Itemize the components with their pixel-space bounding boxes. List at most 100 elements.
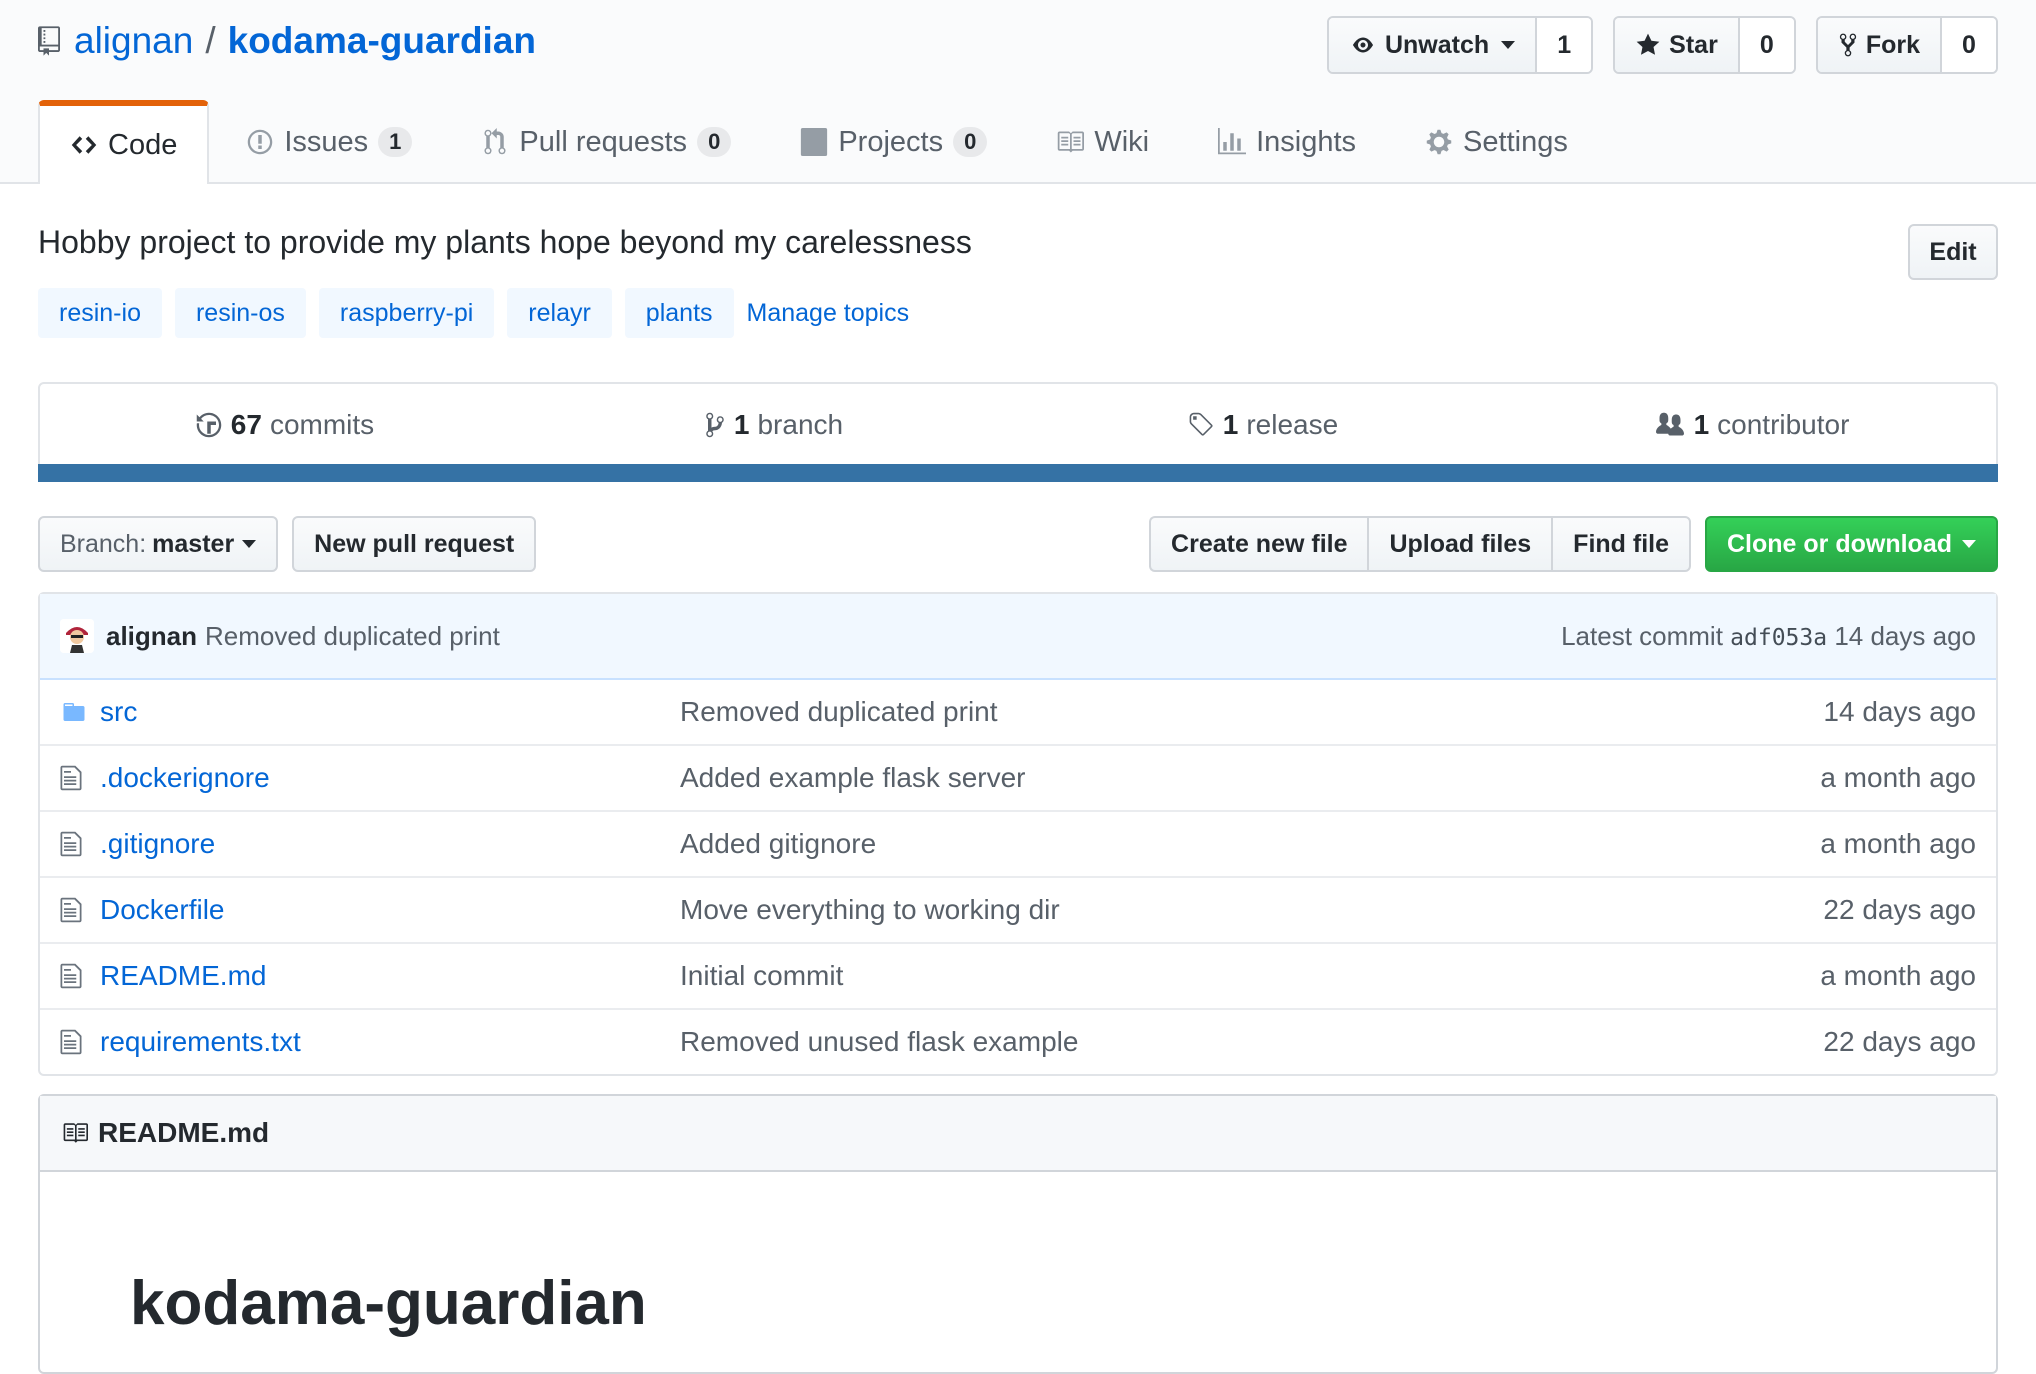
graph-icon bbox=[1218, 128, 1247, 155]
file-commit-message[interactable]: Added gitignore bbox=[680, 828, 1820, 860]
file-age: a month ago bbox=[1820, 960, 1976, 991]
tag-icon bbox=[1189, 412, 1213, 436]
branches-link[interactable]: 1 branch bbox=[529, 409, 1018, 441]
history-icon bbox=[196, 412, 222, 438]
fork-icon bbox=[1839, 33, 1856, 57]
repo-title: alignan / kodama-guardian bbox=[38, 20, 536, 62]
forks-count[interactable]: 0 bbox=[1940, 18, 1996, 72]
file-commit-message[interactable]: Removed unused flask example bbox=[680, 1026, 1823, 1058]
clone-label: Clone or download bbox=[1727, 529, 1952, 558]
file-name-link[interactable]: .gitignore bbox=[100, 828, 680, 860]
tab-label: Code bbox=[108, 128, 178, 161]
create-new-file-button[interactable]: Create new file bbox=[1149, 516, 1368, 572]
fork-group: Fork 0 bbox=[1815, 16, 1998, 74]
releases-count: 1 bbox=[1222, 409, 1239, 440]
unwatch-button[interactable]: Unwatch bbox=[1328, 18, 1536, 72]
tab-code[interactable]: Code bbox=[38, 100, 210, 184]
topic-tag[interactable]: resin-os bbox=[174, 288, 306, 338]
topic-tag[interactable]: resin-io bbox=[38, 288, 162, 338]
tab-label: Pull requests bbox=[519, 125, 688, 158]
file-row: README.md Initial commit a month ago bbox=[40, 942, 1996, 1008]
find-file-button[interactable]: Find file bbox=[1551, 516, 1691, 572]
eye-icon bbox=[1352, 37, 1373, 53]
file-age: 22 days ago bbox=[1823, 1026, 1976, 1057]
star-label: Star bbox=[1669, 30, 1718, 59]
manage-topics-link[interactable]: Manage topics bbox=[747, 299, 910, 328]
issue-icon bbox=[248, 129, 273, 155]
file-row: Dockerfile Move everything to working di… bbox=[40, 876, 1996, 942]
file-icon bbox=[60, 1029, 82, 1055]
star-group: Star 0 bbox=[1613, 16, 1796, 74]
pull-requests-counter: 0 bbox=[697, 127, 732, 157]
repo-name-link[interactable]: kodama-guardian bbox=[228, 20, 536, 62]
file-age: 22 days ago bbox=[1823, 894, 1976, 925]
projects-counter: 0 bbox=[953, 127, 988, 157]
contributors-link[interactable]: 1 contributor bbox=[1507, 409, 1996, 441]
branch-value: master bbox=[152, 529, 235, 558]
fork-button[interactable]: Fork bbox=[1817, 18, 1940, 72]
stargazers-count[interactable]: 0 bbox=[1737, 18, 1794, 72]
file-name-link[interactable]: README.md bbox=[100, 960, 680, 992]
tab-wiki[interactable]: Wiki bbox=[1024, 100, 1181, 182]
repo-tabs: Code Issues 1 Pull requests 0 Projects 0… bbox=[38, 100, 1605, 184]
commit-sha[interactable]: adf053a bbox=[1730, 625, 1827, 651]
repo-separator: / bbox=[205, 20, 216, 61]
tab-label: Wiki bbox=[1094, 125, 1150, 158]
avatar[interactable] bbox=[60, 619, 94, 653]
book-icon bbox=[1058, 131, 1085, 153]
file-navigation: Branch: master New pull request Create n… bbox=[38, 516, 1998, 572]
readme-panel: README.md kodama-guardian bbox=[38, 1094, 1998, 1374]
watch-group: Unwatch 1 bbox=[1326, 16, 1594, 74]
file-commit-message[interactable]: Move everything to working dir bbox=[680, 894, 1823, 926]
tab-projects[interactable]: Projects 0 bbox=[768, 100, 1019, 182]
topic-tag[interactable]: plants bbox=[624, 288, 734, 338]
commit-message[interactable]: Removed duplicated print bbox=[205, 621, 500, 652]
file-icon bbox=[60, 831, 82, 857]
upload-files-button[interactable]: Upload files bbox=[1367, 516, 1552, 572]
tab-pull-requests[interactable]: Pull requests 0 bbox=[449, 100, 763, 182]
file-commit-message[interactable]: Initial commit bbox=[680, 960, 1820, 992]
latest-commit-bar: alignan Removed duplicated print Latest … bbox=[40, 594, 1996, 680]
tab-label: Insights bbox=[1256, 125, 1357, 158]
readme-heading: kodama-guardian bbox=[130, 1269, 647, 1338]
branch-icon bbox=[706, 412, 724, 438]
file-row: .gitignore Added gitignore a month ago bbox=[40, 810, 1996, 876]
tab-settings[interactable]: Settings bbox=[1393, 100, 1600, 182]
tab-insights[interactable]: Insights bbox=[1186, 100, 1388, 182]
repo-owner-link[interactable]: alignan bbox=[74, 20, 193, 62]
branches-label: branch bbox=[757, 409, 844, 440]
code-icon bbox=[71, 136, 97, 154]
branch-select[interactable]: Branch: master bbox=[38, 516, 279, 572]
file-commit-message[interactable]: Removed duplicated print bbox=[680, 696, 1823, 728]
releases-link[interactable]: 1 release bbox=[1018, 409, 1507, 441]
issues-counter: 1 bbox=[378, 127, 413, 157]
commits-link[interactable]: 67 commits bbox=[40, 409, 529, 441]
commit-meta: Latest commit adf053a 14 days ago bbox=[1561, 621, 1976, 652]
clone-or-download-button[interactable]: Clone or download bbox=[1705, 516, 1998, 572]
latest-commit-label: Latest commit bbox=[1561, 620, 1723, 651]
repo-header: alignan / kodama-guardian Unwatch 1 Star… bbox=[0, 0, 2036, 184]
contributors-count: 1 bbox=[1693, 409, 1710, 440]
tab-issues[interactable]: Issues 1 bbox=[214, 100, 444, 182]
topic-tag[interactable]: relayr bbox=[507, 288, 612, 338]
repo-icon bbox=[38, 26, 60, 56]
file-name-link[interactable]: Dockerfile bbox=[100, 894, 680, 926]
file-age: 14 days ago bbox=[1823, 696, 1976, 727]
topic-tag[interactable]: raspberry-pi bbox=[318, 288, 495, 338]
file-commit-message[interactable]: Added example flask server bbox=[680, 762, 1820, 794]
file-name-link[interactable]: src bbox=[100, 696, 680, 728]
branch-label: Branch: bbox=[60, 529, 147, 558]
commits-count: 67 bbox=[230, 409, 262, 440]
edit-button[interactable]: Edit bbox=[1908, 224, 1998, 280]
watchers-count[interactable]: 1 bbox=[1535, 18, 1592, 72]
topics-list: resin-io resin-os raspberry-pi relayr pl… bbox=[38, 288, 909, 338]
book-icon bbox=[63, 1123, 88, 1143]
new-pull-request-button[interactable]: New pull request bbox=[292, 516, 537, 572]
file-name-link[interactable]: .dockerignore bbox=[100, 762, 680, 794]
repo-summary: 67 commits 1 branch 1 release 1 contribu… bbox=[38, 382, 1998, 482]
star-button[interactable]: Star bbox=[1615, 18, 1738, 72]
file-name-link[interactable]: requirements.txt bbox=[100, 1026, 680, 1058]
commit-author[interactable]: alignan bbox=[106, 621, 197, 652]
language-bar[interactable] bbox=[38, 464, 1998, 482]
file-age: a month ago bbox=[1820, 828, 1976, 859]
